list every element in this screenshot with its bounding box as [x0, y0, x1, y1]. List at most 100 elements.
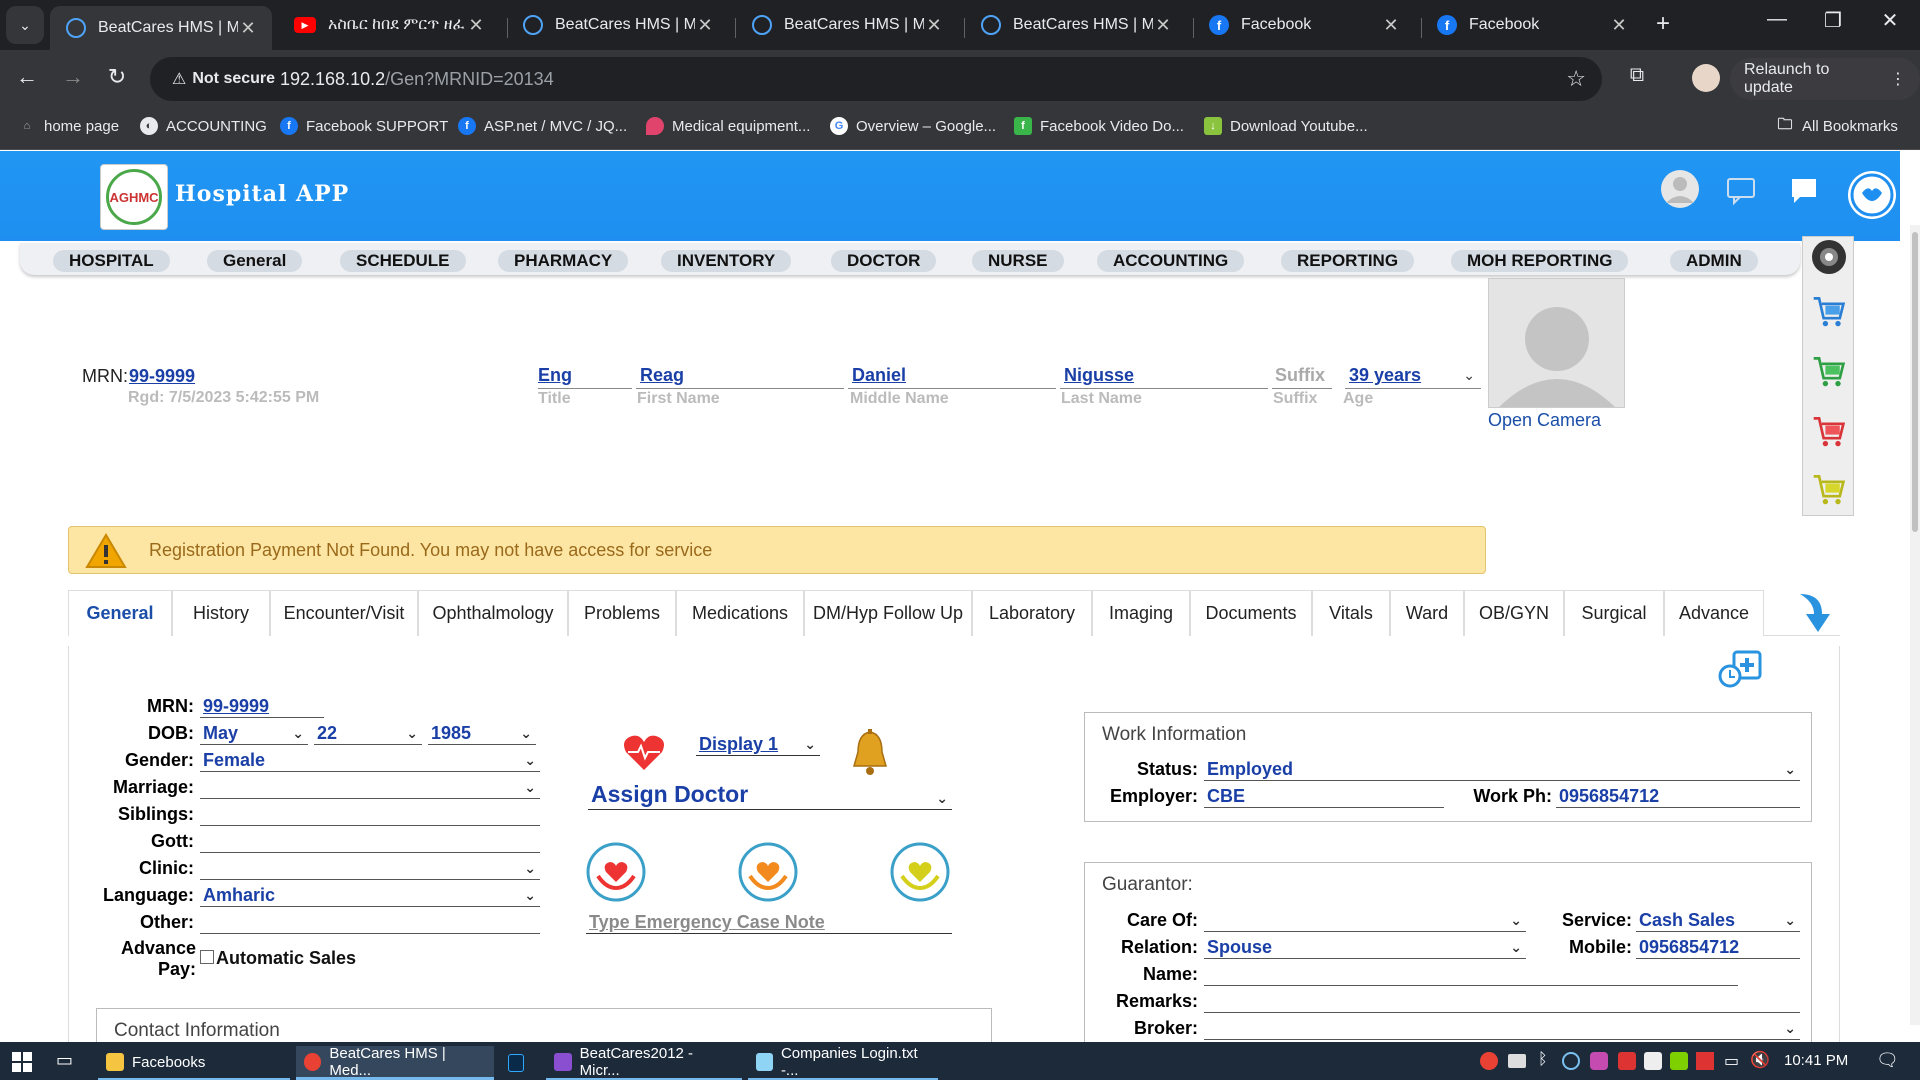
taskbar-photoshop[interactable]	[500, 1046, 540, 1080]
browser-tab-4[interactable]: BeatCares HMS | Me ✕	[736, 6, 958, 44]
forward-icon[interactable]: →	[58, 64, 88, 90]
chat-icon[interactable]	[1784, 169, 1824, 209]
reload-icon[interactable]: ↻	[102, 64, 132, 90]
cart-green-icon[interactable]	[1811, 353, 1847, 389]
beatcares-brand-icon[interactable]	[1846, 169, 1898, 221]
language-select[interactable]: Amharic ⌄	[200, 883, 540, 907]
close-icon[interactable]: ✕	[1609, 15, 1629, 36]
dob-day-select[interactable]: 22 ⌄	[314, 721, 422, 745]
care-of-select[interactable]: ⌄	[1204, 908, 1526, 932]
bookmark-star-icon[interactable]: ☆	[1566, 66, 1586, 92]
tray-network-icon[interactable]	[1562, 1052, 1580, 1070]
taskbar-facebooks[interactable]: Facebooks	[98, 1046, 290, 1080]
tab-history[interactable]: History	[172, 590, 270, 636]
clock[interactable]: 10:41 PM	[1784, 1052, 1848, 1069]
remarks-input[interactable]	[1204, 989, 1800, 1013]
cart-yellow-icon[interactable]	[1811, 471, 1847, 507]
tab-ophthalmology[interactable]: Ophthalmology	[418, 590, 568, 636]
address-bar[interactable]: ⚠ Not secure 192.168.10.2/Gen?MRNID=2013…	[150, 57, 1602, 101]
tab-ward[interactable]: Ward	[1390, 590, 1464, 636]
nav-admin[interactable]: ADMIN	[1670, 250, 1758, 272]
broker-select[interactable]: ⌄	[1204, 1016, 1800, 1040]
tray-battery-icon[interactable]	[1508, 1054, 1526, 1068]
tab-medications[interactable]: Medications	[676, 590, 804, 636]
dob-year-select[interactable]: 1985 ⌄	[428, 721, 536, 745]
tray-bluetooth-icon[interactable]: ᛒ	[1538, 1051, 1548, 1069]
age-select[interactable]: 39 years ⌄	[1345, 365, 1481, 389]
close-icon[interactable]: ✕	[238, 18, 258, 39]
tray-chrome-icon[interactable]	[1480, 1052, 1498, 1070]
siblings-input[interactable]	[200, 802, 540, 826]
browser-tab-3[interactable]: BeatCares HMS | Me ✕	[507, 6, 729, 44]
minimize-icon[interactable]: —	[1757, 8, 1797, 31]
nav-accounting[interactable]: ACCOUNTING	[1097, 250, 1245, 272]
taskbar-notepad[interactable]: Companies Login.txt -...	[748, 1045, 938, 1080]
service-select[interactable]: Cash Sales ⌄	[1636, 908, 1800, 932]
security-chip[interactable]: ⚠ Not secure	[162, 64, 285, 94]
nav-schedule[interactable]: SCHEDULE	[340, 250, 466, 272]
nav-moh-reporting[interactable]: MOH REPORTING	[1451, 250, 1629, 272]
care-hands-yellow-icon[interactable]	[890, 842, 950, 902]
browser-tab-5[interactable]: BeatCares HMS | Me ✕	[965, 6, 1187, 44]
calendar-add-icon[interactable]	[1718, 646, 1768, 690]
tray-app-icon[interactable]	[1670, 1052, 1688, 1070]
profile-avatar[interactable]	[1692, 64, 1720, 92]
bell-icon[interactable]	[846, 728, 894, 778]
tray-volume-muted-icon[interactable]: 🔇	[1750, 1050, 1770, 1070]
heart-rate-icon[interactable]	[622, 732, 666, 772]
status-select[interactable]: Employed ⌄	[1204, 757, 1800, 781]
window-close-icon[interactable]: ✕	[1870, 8, 1910, 33]
dob-month-select[interactable]: May ⌄	[200, 721, 308, 745]
browser-tab-1[interactable]: BeatCares HMS | Me ✕	[50, 6, 272, 50]
work-phone-input[interactable]: 0956854712	[1556, 784, 1800, 808]
tab-laboratory[interactable]: Laboratory	[972, 590, 1092, 636]
extensions-icon[interactable]: ⧉	[1622, 64, 1652, 87]
tab-imaging[interactable]: Imaging	[1092, 590, 1190, 636]
restore-icon[interactable]: ❐	[1813, 8, 1853, 33]
tab-advance[interactable]: Advance	[1664, 590, 1764, 636]
bookmark-home-page[interactable]: ⌂ home page	[18, 117, 119, 135]
open-camera-link[interactable]: Open Camera	[1488, 410, 1601, 431]
assign-doctor-select[interactable]: Assign Doctor ⌄	[588, 782, 952, 810]
nav-reporting[interactable]: REPORTING	[1281, 250, 1415, 272]
browser-tab-2[interactable]: ▶ አስቤር ከበደ ምርጥ ዘፈ ✕	[278, 6, 500, 44]
gender-select[interactable]: Female ⌄	[200, 748, 540, 772]
bookmark-facebook-support[interactable]: f Facebook SUPPORT	[280, 117, 448, 135]
scrollbar-thumb[interactable]	[1912, 232, 1918, 532]
arrow-down-icon[interactable]	[1792, 590, 1838, 636]
clinic-select[interactable]: ⌄	[200, 856, 540, 880]
bookmark-facebook-video[interactable]: f Facebook Video Do...	[1014, 117, 1184, 135]
tab-dm-hyp-follow-up[interactable]: DM/Hyp Follow Up	[804, 590, 972, 636]
browser-tab-7[interactable]: f Facebook ✕	[1421, 6, 1643, 44]
care-hands-orange-icon[interactable]	[738, 842, 798, 902]
windows-start-icon[interactable]	[12, 1052, 32, 1072]
other-input[interactable]	[200, 910, 540, 934]
display-select[interactable]: Display 1 ⌄	[696, 732, 820, 756]
nav-pharmacy[interactable]: PHARMACY	[498, 250, 629, 272]
tab-documents[interactable]: Documents	[1190, 590, 1312, 636]
tray-app-icon[interactable]	[1590, 1052, 1608, 1070]
tray-app-icon[interactable]	[1644, 1052, 1662, 1070]
automatic-sales-checkbox[interactable]	[200, 950, 214, 964]
tab-problems[interactable]: Problems	[568, 590, 676, 636]
relation-select[interactable]: Spouse ⌄	[1204, 935, 1526, 959]
title-field[interactable]: Eng	[538, 365, 632, 389]
tab-surgical[interactable]: Surgical	[1564, 590, 1664, 636]
close-icon[interactable]: ✕	[1381, 15, 1401, 36]
close-icon[interactable]: ✕	[695, 15, 715, 36]
last-name-field[interactable]: Nigusse	[1060, 365, 1268, 389]
patient-photo[interactable]	[1488, 278, 1625, 408]
first-name-field[interactable]: Reag	[636, 365, 844, 389]
bookmark-download-youtube[interactable]: ↓ Download Youtube...	[1204, 117, 1368, 135]
mrn-field[interactable]: 99-9999	[200, 694, 324, 718]
task-view-icon[interactable]: ▭	[56, 1050, 73, 1071]
tab-general[interactable]: General	[68, 590, 172, 636]
nav-hospital[interactable]: HOSPITAL	[53, 250, 170, 272]
tab-search-icon[interactable]: ⌄	[6, 6, 44, 44]
tray-display-icon[interactable]: ▭	[1724, 1051, 1739, 1071]
mobile-input[interactable]: 0956854712	[1636, 935, 1800, 959]
new-tab-icon[interactable]: +	[1643, 10, 1683, 38]
back-icon[interactable]: ←	[12, 64, 42, 90]
employer-input[interactable]: CBE	[1204, 784, 1444, 808]
nav-nurse[interactable]: NURSE	[972, 250, 1064, 272]
